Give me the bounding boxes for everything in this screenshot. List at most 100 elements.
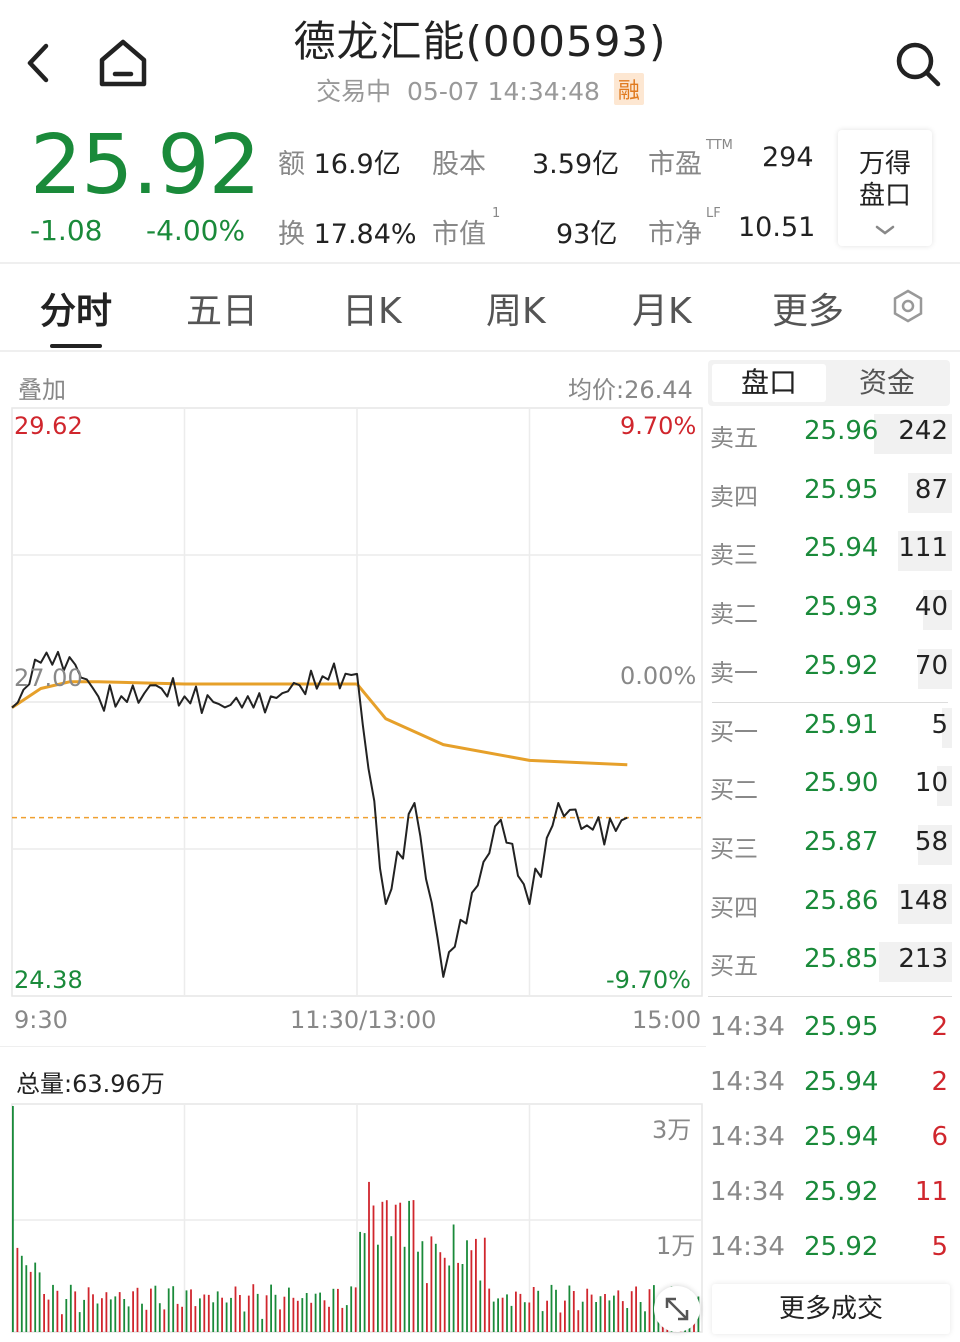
volume-bar <box>408 1200 410 1332</box>
volume-bar <box>20 1255 23 1332</box>
more-trades-button[interactable]: 更多成交 <box>712 1284 950 1334</box>
volume-bar <box>283 1296 286 1332</box>
price-grid <box>11 407 703 997</box>
volume-bar <box>190 1289 192 1332</box>
pct-axis-low-label: -9.70% <box>606 966 691 994</box>
level-price: 25.92 <box>804 650 879 681</box>
volume-bar <box>604 1294 606 1332</box>
volume-bar <box>372 1205 375 1332</box>
tab-orderbook[interactable]: 盘口 <box>712 364 826 402</box>
volume-bar <box>101 1298 103 1332</box>
last-price: 25.92 <box>30 118 261 213</box>
volume-bar <box>546 1300 548 1332</box>
tab-five-day[interactable]: 五日 <box>186 282 258 334</box>
level-volume: 40 <box>914 592 948 623</box>
trade-row: 14:34 25.92 11 <box>708 1169 952 1224</box>
volume-bar <box>492 1301 495 1332</box>
trade-row: 14:34 25.92 5 <box>708 1224 952 1279</box>
volume-bar <box>16 1247 19 1332</box>
settings-button[interactable] <box>890 288 926 328</box>
volume-bar <box>212 1302 215 1332</box>
amount-item: 额 16.9亿 <box>278 142 401 181</box>
volume-bar <box>301 1298 304 1332</box>
volume-bar <box>332 1288 335 1332</box>
volume-bar <box>354 1287 357 1332</box>
volume-bar <box>519 1293 522 1332</box>
wind-orderbook-button[interactable]: 万得 盘口 <box>838 130 932 246</box>
volume-bar <box>132 1291 134 1332</box>
tab-capital[interactable]: 资金 <box>830 364 944 402</box>
ask-row: 卖一 25.92 70 <box>708 643 952 701</box>
volume-bar <box>555 1289 557 1332</box>
tab-weekly-k[interactable]: 周K <box>486 282 546 334</box>
volume-bar <box>114 1296 117 1332</box>
divider <box>0 1046 706 1047</box>
volume-bar <box>613 1295 615 1332</box>
trade-price: 25.92 <box>804 1177 879 1207</box>
volume-bar <box>176 1303 179 1332</box>
level-price: 25.90 <box>804 768 879 799</box>
volume-bar <box>621 1301 624 1332</box>
bid-row: 买三 25.87 58 <box>708 819 952 877</box>
volume-bar <box>412 1200 415 1332</box>
expand-icon <box>665 1297 689 1321</box>
volume-bar <box>359 1231 361 1332</box>
volume-bar <box>590 1294 593 1332</box>
trade-time: 14:34 <box>710 1232 785 1262</box>
volume-bar <box>12 1106 14 1332</box>
volume-bar <box>158 1303 161 1332</box>
pb-label: 市净 <box>648 219 702 250</box>
volume-bar <box>461 1264 464 1332</box>
volume-bar <box>434 1243 437 1332</box>
bid-row: 买五 25.85 213 <box>708 936 952 994</box>
volume-bar <box>123 1299 126 1332</box>
volume-bar <box>221 1297 223 1332</box>
volume-bar <box>288 1287 290 1332</box>
tab-monthly-k[interactable]: 月K <box>632 282 692 334</box>
share-label: 股本 <box>432 149 486 180</box>
volume-bar <box>385 1200 388 1332</box>
volume-bar <box>109 1299 112 1332</box>
level-volume: 58 <box>914 826 948 857</box>
amount-value: 16.9亿 <box>313 149 401 180</box>
level-label: 买四 <box>710 893 758 922</box>
x-axis-mid-label: 11:30/13:00 <box>290 1006 437 1034</box>
volume-bar <box>38 1272 41 1332</box>
level-label: 卖三 <box>710 541 758 570</box>
volume-bar <box>105 1292 108 1332</box>
volume-bar <box>350 1286 353 1332</box>
trade-price: 25.95 <box>804 1012 879 1042</box>
trade-time: 14:34 <box>710 1177 785 1207</box>
volume-bar <box>181 1306 183 1332</box>
level-price: 25.86 <box>804 885 879 916</box>
divider <box>0 262 960 264</box>
trade-time: 14:34 <box>710 1067 785 1097</box>
volume-bar <box>127 1306 130 1332</box>
volume-bar <box>479 1280 482 1332</box>
volume-bar <box>328 1306 330 1332</box>
share-value: 3.59亿 <box>532 149 620 180</box>
search-button[interactable] <box>892 38 944 90</box>
volume-bar <box>61 1314 63 1332</box>
tab-more[interactable]: 更多 <box>772 282 844 334</box>
pct-axis-mid-label: 0.00% <box>620 662 697 690</box>
volume-bar <box>96 1303 99 1332</box>
tab-intraday[interactable]: 分时 <box>40 282 112 334</box>
expand-chart-button[interactable] <box>654 1286 700 1332</box>
tab-daily-k[interactable]: 日K <box>342 282 402 334</box>
status-text: 交易中 <box>316 77 392 106</box>
ask-row: 卖三 25.94 111 <box>708 525 952 583</box>
volume-bar <box>167 1288 170 1332</box>
margin-badge: 融 <box>613 73 644 105</box>
volume-bar <box>150 1288 152 1332</box>
volume-bar <box>252 1284 255 1332</box>
volume-bar <box>274 1294 277 1332</box>
volume-bar <box>457 1262 459 1332</box>
volume-bar <box>29 1271 32 1332</box>
volume-bar <box>568 1285 571 1332</box>
level-price: 25.85 <box>804 944 879 975</box>
volume-bar <box>430 1236 433 1332</box>
trade-volume: 2 <box>931 1012 948 1042</box>
volume-bar <box>261 1318 264 1332</box>
trade-volume: 2 <box>931 1067 948 1097</box>
